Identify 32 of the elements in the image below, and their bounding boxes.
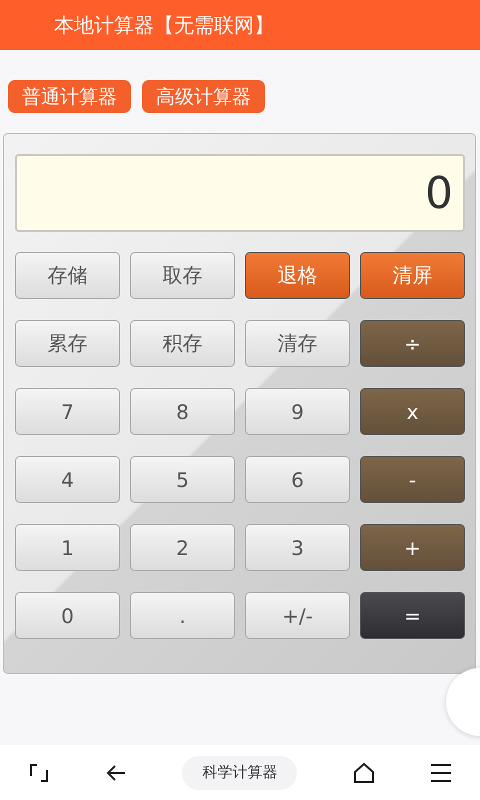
calculator-key[interactable]: . [130, 592, 235, 639]
calculator-key[interactable]: 清存 [245, 320, 350, 367]
calculator-key[interactable]: 清屏 [360, 252, 465, 299]
calculator-key[interactable]: - [360, 456, 465, 503]
calculator-key[interactable]: 5 [130, 456, 235, 503]
calculator-key[interactable]: 退格 [245, 252, 350, 299]
calculator-key[interactable]: 取存 [130, 252, 235, 299]
calculator-key[interactable]: 9 [245, 388, 350, 435]
corner-brackets-icon[interactable] [28, 762, 50, 784]
menu-icon[interactable] [430, 762, 452, 782]
calculator-key[interactable]: ÷ [360, 320, 465, 367]
mode-button[interactable]: 普通计算器 [8, 80, 131, 113]
mode-button[interactable]: 高级计算器 [142, 80, 265, 113]
calculator-key[interactable]: 积存 [130, 320, 235, 367]
calculator-key[interactable]: 2 [130, 524, 235, 571]
calculator-key[interactable]: 累存 [15, 320, 120, 367]
calculator-key[interactable]: 存储 [15, 252, 120, 299]
calculator-key[interactable]: + [360, 524, 465, 571]
calculator-key[interactable]: 4 [15, 456, 120, 503]
calculator-key[interactable]: = [360, 592, 465, 639]
calculator-key[interactable]: +/- [245, 592, 350, 639]
tab-pill[interactable]: 科学计算器 [182, 756, 298, 790]
calculator-key[interactable]: 6 [245, 456, 350, 503]
calculator-key[interactable]: 7 [15, 388, 120, 435]
display-value: 0 [425, 168, 453, 218]
home-icon[interactable] [352, 762, 375, 784]
app-title: 本地计算器【无需联网】 [54, 12, 274, 38]
calculator-key[interactable]: 0 [15, 592, 120, 639]
calculator-key[interactable]: 3 [245, 524, 350, 571]
calculator-key[interactable]: 1 [15, 524, 120, 571]
calculator-key[interactable]: 8 [130, 388, 235, 435]
calculator-key[interactable]: x [360, 388, 465, 435]
